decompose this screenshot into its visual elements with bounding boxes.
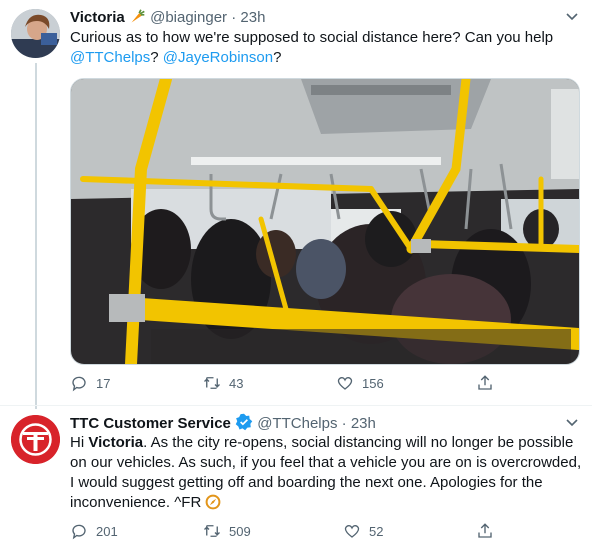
share-button[interactable] — [476, 374, 494, 392]
share-button[interactable] — [476, 522, 494, 540]
reply-button[interactable]: 201 — [70, 522, 118, 540]
like-button[interactable]: 156 — [336, 374, 384, 392]
tweet-victoria[interactable]: Victoria @biaginger · 23h Curious as to … — [0, 0, 592, 409]
verified-badge-icon — [235, 413, 257, 432]
tweet-ttc-reply[interactable]: TTC Customer Service @TTChelps · 23h Hi … — [0, 406, 592, 547]
author-name[interactable]: Victoria — [70, 9, 125, 26]
carrot-emoji-icon — [129, 9, 150, 26]
retweet-count: 509 — [229, 523, 251, 539]
mention-jayerobinson[interactable]: @JayeRobinson — [163, 49, 273, 66]
reply-count: 17 — [96, 375, 111, 391]
tweet-photo[interactable] — [70, 78, 580, 365]
author-handle[interactable]: @biaginger — [150, 9, 227, 26]
reply-button[interactable]: 17 — [70, 374, 110, 392]
retweet-count: 43 — [229, 375, 244, 391]
separator-dot: · — [341, 415, 347, 432]
timestamp[interactable]: 23h — [351, 415, 376, 432]
reply-icon — [72, 524, 86, 540]
tweet-text: Curious as to how we're supposed to soci… — [70, 28, 580, 68]
separator-dot: · — [231, 9, 237, 26]
reply-count: 201 — [96, 523, 118, 539]
heart-icon — [337, 376, 353, 390]
thread-connector-line — [35, 63, 37, 409]
timestamp[interactable]: 23h — [240, 9, 265, 26]
chevron-down-icon[interactable] — [564, 414, 580, 430]
chevron-down-icon[interactable] — [564, 8, 580, 24]
author-handle[interactable]: @TTChelps — [257, 415, 337, 432]
like-count: 156 — [362, 375, 384, 391]
reply-icon — [72, 376, 86, 392]
avatar-victoria[interactable] — [11, 9, 60, 58]
author-name[interactable]: TTC Customer Service — [70, 415, 231, 432]
compass-emoji-icon — [205, 494, 221, 511]
retweet-icon — [204, 525, 220, 537]
retweet-button[interactable]: 43 — [203, 374, 243, 392]
bold-name-victoria: Victoria — [88, 434, 144, 451]
mention-ttchelps[interactable]: @TTChelps — [70, 49, 150, 66]
avatar-ttc[interactable] — [11, 415, 60, 464]
heart-icon — [344, 524, 360, 538]
share-icon — [478, 375, 492, 390]
retweet-icon — [204, 377, 220, 389]
like-button[interactable]: 52 — [343, 522, 383, 540]
share-icon — [478, 523, 492, 538]
like-count: 52 — [369, 523, 384, 539]
reply-text: Hi Victoria. As the city re-opens, socia… — [70, 434, 582, 511]
tweet-text-line: Curious as to how we're supposed to soci… — [70, 29, 554, 46]
retweet-button[interactable]: 509 — [203, 522, 251, 540]
